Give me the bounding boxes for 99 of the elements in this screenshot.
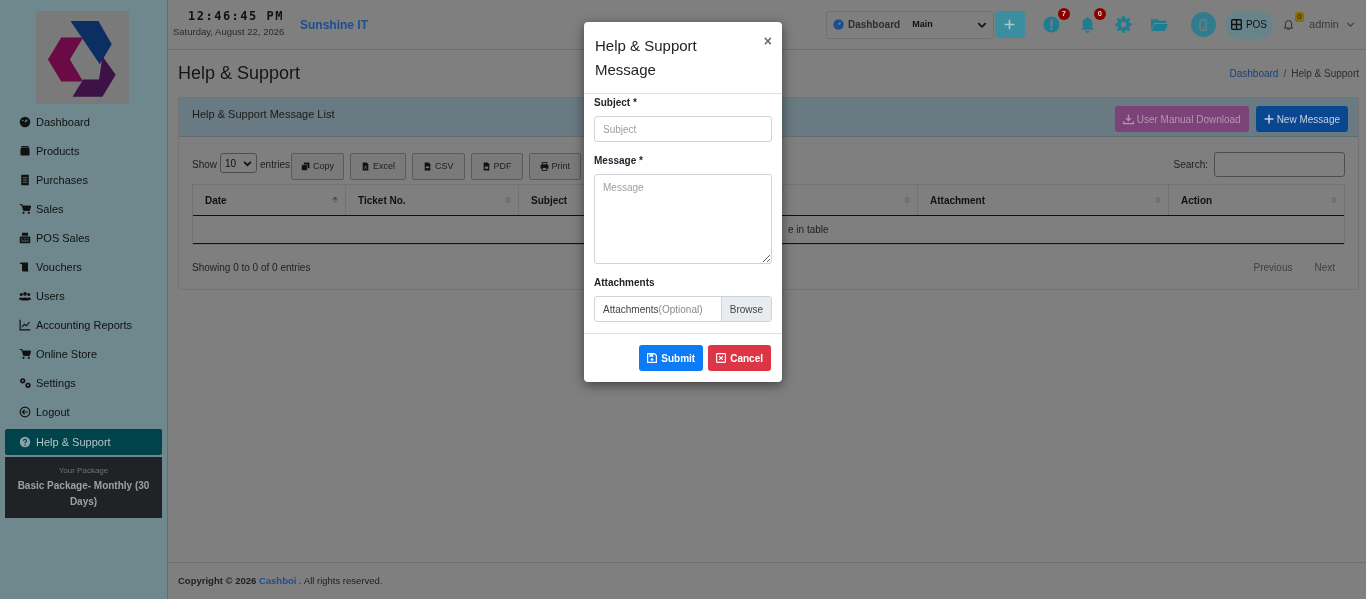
- dashboard-select[interactable]: Dashboard Main: [825, 10, 994, 39]
- bell-button[interactable]: [1078, 15, 1097, 34]
- alert-button[interactable]: [1042, 15, 1061, 34]
- modal-title: Help & Support Message: [595, 36, 698, 80]
- line-chart-icon: [19, 319, 31, 331]
- column-header[interactable]: Date: [193, 185, 346, 215]
- download-button[interactable]: User Manual Download: [1114, 106, 1249, 132]
- sidebar-item[interactable]: Help & Support: [5, 429, 162, 455]
- package-name: Basic Package- Monthly (30 Days): [16, 479, 151, 509]
- count-badge: 0: [1295, 11, 1305, 22]
- add-button[interactable]: [994, 11, 1025, 38]
- mobile-button[interactable]: [1190, 12, 1216, 37]
- export-button[interactable]: CSV: [412, 153, 465, 180]
- clock-time: 12:46:45 PM: [187, 8, 285, 26]
- cash-register-icon: [19, 232, 31, 244]
- close-box-icon: [716, 353, 727, 363]
- sidebar-item[interactable]: Purchases: [5, 168, 162, 192]
- users-icon: [19, 290, 31, 302]
- cart-icon: [19, 348, 31, 360]
- length-label: entries: [260, 158, 291, 172]
- gauge-icon: [19, 116, 31, 128]
- print-icon: [539, 162, 549, 171]
- sidebar-item[interactable]: Settings: [5, 371, 162, 395]
- select-value: 10: [225, 156, 237, 171]
- company-name: Sunshine IT: [300, 16, 368, 34]
- bell-icon: [1079, 16, 1097, 33]
- export-button[interactable]: Copy: [291, 153, 345, 180]
- alert-icon: [1043, 16, 1061, 33]
- folder-icon: [1151, 16, 1169, 33]
- search-field[interactable]: [1214, 152, 1345, 177]
- pos-button[interactable]: POS: [1224, 10, 1274, 39]
- breadcrumb-current: Help & Support: [1291, 66, 1359, 81]
- sidebar-item[interactable]: Logout: [5, 400, 162, 424]
- card-title: Help & Support Message List: [192, 107, 335, 122]
- sidebar-item[interactable]: Online Store: [5, 342, 162, 366]
- save-icon: [647, 353, 658, 363]
- submit-button[interactable]: Submit: [639, 345, 704, 371]
- scroll-icon: [19, 261, 31, 273]
- sidebar-item[interactable]: Users: [5, 284, 162, 308]
- user-menu[interactable]: admin: [1309, 16, 1355, 33]
- empty-table-message: e in table: [788, 223, 829, 237]
- package-caption: Your Package: [58, 465, 109, 477]
- settings-button[interactable]: [1114, 15, 1133, 34]
- sidebar-item[interactable]: POS Sales: [5, 226, 162, 250]
- column-header[interactable]: Action: [1169, 185, 1344, 215]
- phone-icon: [1197, 17, 1210, 32]
- gears-icon: [19, 377, 31, 389]
- help-icon: [19, 436, 31, 448]
- column-header[interactable]: Ticket No.: [346, 185, 519, 215]
- file-field[interactable]: Attachments(Optional) Browse: [594, 296, 772, 322]
- grid-icon: [1230, 19, 1242, 30]
- field-label: Subject *: [594, 96, 638, 110]
- chevron-down-icon: [243, 158, 252, 168]
- download-icon: [1122, 113, 1134, 125]
- plus-icon: [1263, 114, 1274, 124]
- cancel-button[interactable]: Cancel: [708, 345, 771, 371]
- page-title: Help & Support: [178, 61, 301, 85]
- sidebar-item[interactable]: Accounting Reports: [5, 313, 162, 337]
- file-icon: [423, 162, 433, 171]
- spreadsheet-file-icon: [361, 162, 371, 171]
- field-label: Message *: [594, 154, 644, 168]
- browse-button[interactable]: Browse: [721, 297, 771, 321]
- export-button[interactable]: PDF: [470, 153, 523, 180]
- close-button[interactable]: ×: [763, 34, 772, 48]
- file-placeholder: Attachments(Optional): [602, 302, 704, 317]
- table-info: Showing 0 to 0 of 0 entries: [192, 261, 311, 275]
- subject-field[interactable]: Subject: [594, 116, 772, 142]
- copyright-text: Copyright © 2026 Cashboi . All rights reserved.: [178, 573, 383, 588]
- chevron-down-icon: [1346, 20, 1355, 29]
- export-button[interactable]: Excel: [350, 153, 407, 180]
- page-length-select[interactable]: 10: [220, 153, 257, 173]
- column-header[interactable]: Attachment: [918, 185, 1169, 215]
- file-icon: [481, 162, 491, 171]
- bell-icon: [1283, 18, 1295, 31]
- settings-icon: [1115, 16, 1133, 33]
- field-label: Attachments: [594, 276, 656, 290]
- arrow-circle-icon: [19, 406, 31, 418]
- notification-button[interactable]: [1283, 17, 1296, 32]
- search-label: Search:: [1173, 158, 1208, 172]
- copy-icon: [301, 162, 311, 171]
- clock-date: Saturday, August 22, 2026: [173, 25, 286, 40]
- receipt-icon: [19, 174, 31, 186]
- breadcrumb-link[interactable]: Dashboard: [1229, 65, 1279, 81]
- message-field[interactable]: Message: [594, 174, 772, 264]
- new-message-button[interactable]: New Message: [1255, 106, 1348, 132]
- gauge-icon: [832, 19, 844, 30]
- export-button[interactable]: Print: [528, 153, 582, 180]
- sidebar-item[interactable]: Dashboard: [5, 110, 162, 134]
- pagination-link[interactable]: Next: [1314, 260, 1335, 275]
- sidebar-item[interactable]: Sales: [5, 197, 162, 221]
- length-label: Show: [192, 158, 217, 172]
- dashboard-label: Dashboard: [847, 18, 901, 32]
- sidebar-item[interactable]: Products: [5, 139, 162, 163]
- pagination-link[interactable]: Previous: [1253, 260, 1293, 275]
- selected-value: Main: [912, 17, 933, 31]
- breadcrumb-separator: /: [1283, 66, 1287, 81]
- cart-icon: [19, 203, 31, 215]
- plus-icon: [1004, 19, 1016, 30]
- sidebar-item[interactable]: Vouchers: [5, 255, 162, 279]
